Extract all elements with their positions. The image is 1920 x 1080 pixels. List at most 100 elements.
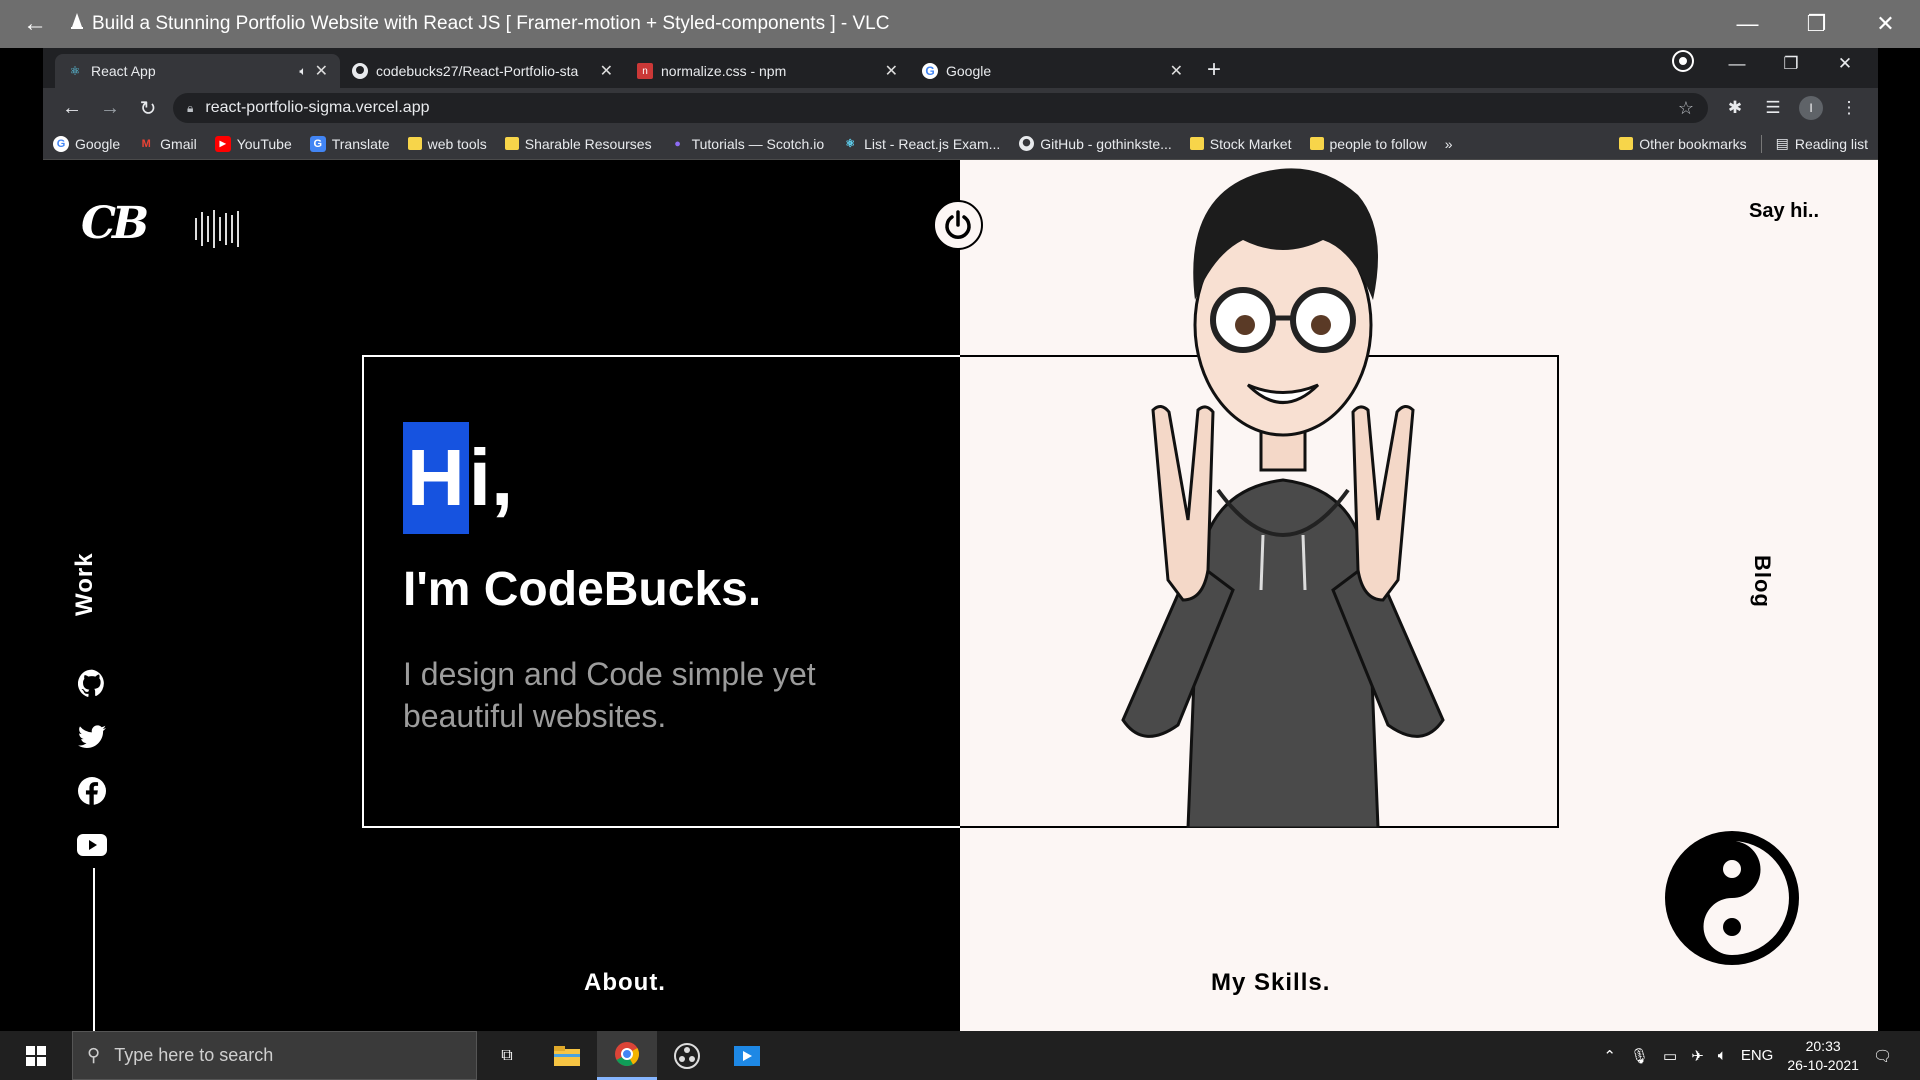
minimize-icon[interactable]: — <box>1710 54 1764 74</box>
facebook-icon[interactable] <box>77 776 107 806</box>
avatar-illustration <box>1083 160 1483 830</box>
google-icon: G <box>53 135 69 152</box>
lock-icon[interactable]: 🔒︎ <box>187 101 193 116</box>
folder-icon <box>1309 137 1324 150</box>
reading-list-button[interactable]: ▤ Reading list <box>1776 135 1868 152</box>
menu-kebab-icon[interactable]: ⋮ <box>1830 98 1868 118</box>
bookmarks-overflow-button[interactable]: » <box>1445 136 1453 152</box>
windows-taskbar: ⚲ Type here to search ⧉ ⌃ 🎙︎ ▭ ✈︎ 🔈︎ ENG… <box>0 1031 1920 1080</box>
windows-start-icon[interactable] <box>0 1031 72 1080</box>
yin-yang-icon[interactable] <box>1663 829 1801 967</box>
address-bar[interactable]: 🔒︎ react-portfolio-sigma.vercel.app ☆ <box>173 93 1708 123</box>
back-icon[interactable]: ← <box>53 97 91 120</box>
power-button-icon[interactable] <box>933 200 983 250</box>
chrome-taskbar-icon[interactable] <box>597 1031 657 1080</box>
bookmark-google[interactable]: G Google <box>53 135 120 152</box>
tab-close-icon[interactable]: ✕ <box>315 61 328 81</box>
notifications-icon[interactable]: 🗨︎ <box>1873 1047 1892 1065</box>
bookmark-folder-web-tools[interactable]: web tools <box>407 136 487 152</box>
restore-icon[interactable]: ❐ <box>1782 11 1851 37</box>
search-icon: ⚲ <box>87 1045 101 1065</box>
reload-icon[interactable]: ↻ <box>129 96 167 121</box>
new-tab-button[interactable]: + <box>1195 56 1233 88</box>
video-editor-icon[interactable] <box>717 1031 777 1080</box>
npm-icon: n <box>637 63 653 79</box>
bookmark-folder-sharable-resources[interactable]: Sharable Resourses <box>504 136 652 152</box>
vlc-title-bar: ← Build a Stunning Portfolio Website wit… <box>0 0 1920 48</box>
bookmark-star-icon[interactable]: ☆ <box>1678 98 1694 119</box>
taskbar-clock[interactable]: 20:33 26-10-2021 <box>1787 1037 1859 1075</box>
sound-toggle-icon[interactable] <box>195 210 239 248</box>
bookmark-folder-people-to-follow[interactable]: people to follow <box>1309 136 1427 152</box>
hero-tagline: I design and Code simple yet beautiful w… <box>403 656 816 734</box>
bookmark-scotch[interactable]: ● Tutorials — Scotch.io <box>670 136 824 152</box>
minimize-icon[interactable]: — <box>1713 11 1782 37</box>
social-icons <box>77 668 107 860</box>
folder-icon <box>1189 137 1204 150</box>
greeting-rest: i, <box>468 433 514 522</box>
bookmark-react-examples[interactable]: ⚛ List - React.js Exam... <box>842 136 1000 152</box>
tab-google[interactable]: G Google ✕ <box>910 54 1195 88</box>
tab-npm[interactable]: n normalize.css - npm ✕ <box>625 54 910 88</box>
file-explorer-icon[interactable] <box>537 1031 597 1080</box>
react-icon: ⚛ <box>845 138 856 150</box>
battery-icon[interactable]: ▭ <box>1663 1047 1677 1065</box>
close-icon[interactable]: ✕ <box>1851 11 1920 37</box>
tab-github[interactable]: codebucks27/React-Portfolio-sta ✕ <box>340 54 625 88</box>
media-control-icon[interactable]: ☰ <box>1754 98 1792 118</box>
profile-indicator-icon[interactable] <box>1656 52 1710 75</box>
github-icon[interactable] <box>77 668 107 698</box>
volume-icon[interactable]: 🔈︎ <box>1718 1047 1727 1064</box>
chevron-up-icon[interactable]: ⌃ <box>1603 1047 1616 1065</box>
skills-link[interactable]: My Skills. <box>1211 969 1330 997</box>
profile-avatar[interactable]: I <box>1792 96 1830 120</box>
scotch-icon: ● <box>674 137 681 150</box>
bookmark-folder-stock-market[interactable]: Stock Market <box>1189 136 1292 152</box>
folder-icon <box>407 137 422 150</box>
forward-icon[interactable]: → <box>91 97 129 120</box>
restore-icon[interactable]: ❐ <box>1764 54 1818 74</box>
obs-icon[interactable] <box>657 1031 717 1080</box>
portfolio-page: CB Say hi.. Blog Work H i, I'm CodeBucks… <box>43 160 1878 1031</box>
tab-close-icon[interactable]: ✕ <box>885 61 898 81</box>
language-indicator[interactable]: ENG <box>1741 1047 1774 1064</box>
youtube-icon: ▶ <box>214 135 231 152</box>
tab-close-icon[interactable]: ✕ <box>1170 61 1183 81</box>
site-logo[interactable]: CB <box>81 198 149 249</box>
tab-react-app[interactable]: ⚛ React App 🔈︎ ✕ <box>55 54 340 88</box>
bookmark-translate[interactable]: G Translate <box>309 135 390 152</box>
youtube-icon[interactable] <box>77 830 107 860</box>
clock-date: 26-10-2021 <box>1787 1056 1859 1073</box>
hero-intro: H i, I'm CodeBucks. I design and Code si… <box>403 422 923 737</box>
vlc-window-title: Build a Stunning Portfolio Website with … <box>92 13 890 34</box>
taskbar-search-box[interactable]: ⚲ Type here to search <box>72 1031 477 1080</box>
back-arrow-icon[interactable]: ← <box>0 10 70 38</box>
github-icon <box>1018 136 1034 152</box>
task-view-icon[interactable]: ⧉ <box>477 1031 537 1080</box>
reading-list-icon: ▤ <box>1775 135 1789 151</box>
say-hi-link[interactable]: Say hi.. <box>1749 200 1819 223</box>
bookmark-youtube[interactable]: ▶ YouTube <box>214 135 292 152</box>
bookmark-gmail[interactable]: M Gmail <box>138 136 197 152</box>
about-link[interactable]: About. <box>584 969 666 997</box>
microphone-icon[interactable]: 🎙︎ <box>1630 1047 1649 1065</box>
folder-icon <box>504 137 519 150</box>
speaker-icon[interactable]: 🔈︎ <box>299 64 306 79</box>
work-link[interactable]: Work <box>71 552 99 616</box>
hero-greeting: H i, <box>403 422 923 534</box>
bookmark-other-bookmarks[interactable]: Other bookmarks <box>1619 136 1747 152</box>
twitter-icon[interactable] <box>77 722 107 752</box>
bookmark-github-gothinkster[interactable]: GitHub - gothinkste... <box>1018 136 1172 152</box>
vlc-cone-icon <box>70 12 84 36</box>
close-icon[interactable]: ✕ <box>1818 54 1872 74</box>
blog-link[interactable]: Blog <box>1749 555 1775 608</box>
clock-time: 20:33 <box>1805 1037 1841 1054</box>
extensions-icon[interactable]: ✱ <box>1716 98 1754 118</box>
tab-close-icon[interactable]: ✕ <box>600 61 613 81</box>
github-icon <box>352 63 368 79</box>
react-icon: ⚛ <box>69 64 81 78</box>
browser-toolbar: ← → ↻ 🔒︎ react-portfolio-sigma.vercel.ap… <box>43 88 1878 128</box>
airplane-mode-icon[interactable]: ✈︎ <box>1691 1047 1704 1065</box>
social-vertical-line <box>93 868 95 1031</box>
browser-window: ⚛ React App 🔈︎ ✕ codebucks27/React-Portf… <box>43 48 1878 1031</box>
